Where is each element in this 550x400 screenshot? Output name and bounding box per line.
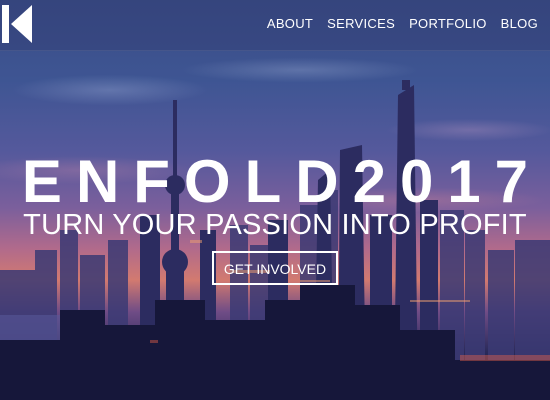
- top-navigation-bar: ABOUT SERVICES PORTFOLIO BLOG: [0, 0, 550, 51]
- hero-background: ABOUT SERVICES PORTFOLIO BLOG ENFOLD2017…: [0, 0, 550, 400]
- hero-title: ENFOLD2017: [21, 148, 543, 215]
- get-involved-button[interactable]: GET INVOLVED: [212, 251, 338, 285]
- enfold-k-logo-icon[interactable]: [2, 5, 34, 43]
- nav-link-about[interactable]: ABOUT: [267, 16, 313, 31]
- nav-link-blog[interactable]: BLOG: [501, 16, 538, 31]
- nav-link-portfolio[interactable]: PORTFOLIO: [409, 16, 487, 31]
- main-menu: ABOUT SERVICES PORTFOLIO BLOG: [267, 16, 538, 31]
- nav-link-services[interactable]: SERVICES: [327, 16, 395, 31]
- hero-subtitle: TURN YOUR PASSION INTO PROFIT: [23, 209, 527, 241]
